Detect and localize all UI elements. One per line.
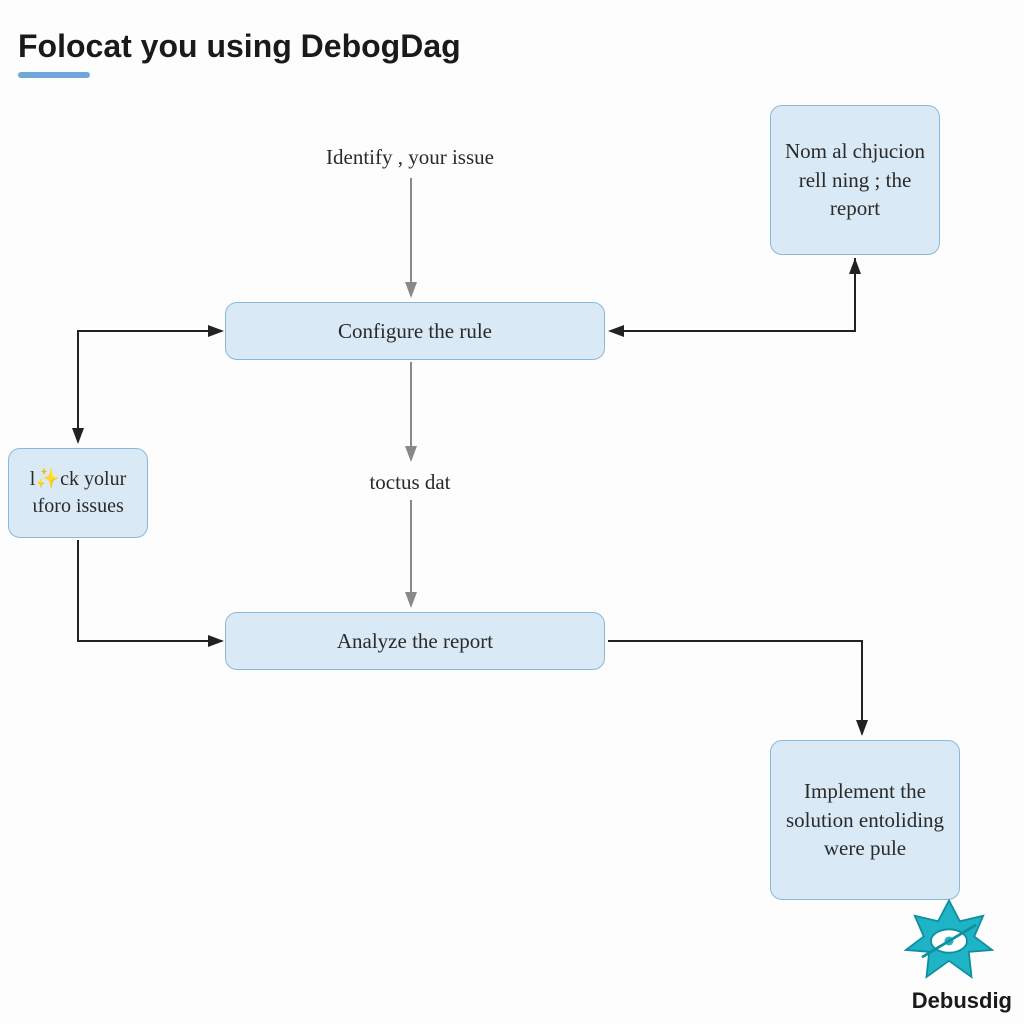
brand-logo-icon (904, 896, 994, 986)
node-implement-solution: Implement the solution entoliding were p… (770, 740, 960, 900)
page-title: Folocat you using DebogDag (18, 28, 461, 65)
title-underline (18, 72, 90, 78)
node-analyze-report: Analyze the report (225, 612, 605, 670)
label-identify-issue: Identify , your issue (280, 145, 540, 170)
node-configure-rule: Configure the rule (225, 302, 605, 360)
label-toctus-dat: toctus dat (330, 470, 490, 495)
node-nom-al-report: Nom al chjucion rell ning ; the report (770, 105, 940, 255)
node-check-issues: l✨ck yolur ɩforo issues (8, 448, 148, 538)
brand-name: Debusdig (912, 988, 1012, 1014)
